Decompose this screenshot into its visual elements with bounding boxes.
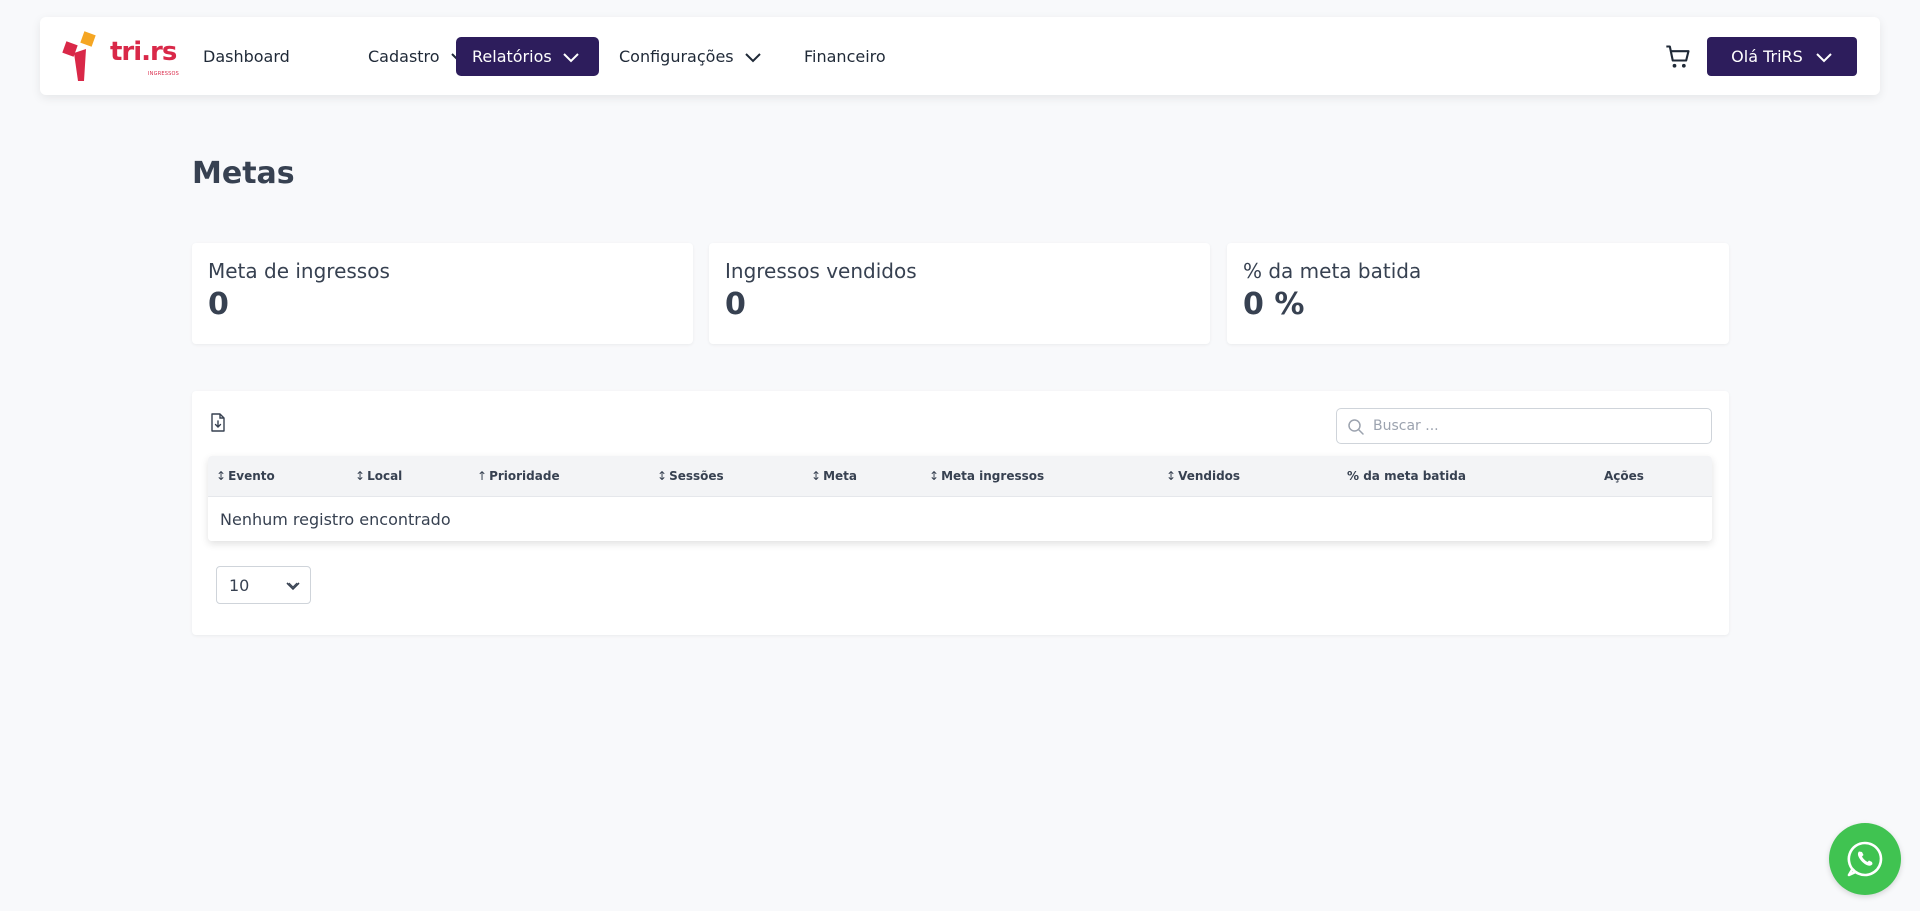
top-navbar: tri.rs INGRESSOS Dashboard Cadastro Rela… (40, 17, 1880, 95)
table-empty-row: Nenhum registro encontrado (208, 497, 1712, 541)
page-size-value: 10 (229, 575, 250, 595)
metas-table: ↕ Evento ↕ Local ↑ Prioridade ↕ Sessões ↕ Met… (208, 456, 1712, 541)
whatsapp-button[interactable] (1829, 823, 1901, 895)
page-size-select[interactable]: 10 (216, 566, 311, 604)
column-header-meta-ingressos[interactable]: ↕ Meta ingressos (929, 469, 1044, 483)
table-header: ↕ Evento ↕ Local ↑ Prioridade ↕ Sessões ↕ Met… (208, 456, 1712, 497)
card-value: 0 % (1243, 287, 1305, 322)
nav-configuracoes-label: Configurações (619, 47, 734, 66)
nav-dashboard[interactable]: Dashboard (187, 37, 306, 76)
empty-message: Nenhum registro encontrado (220, 510, 451, 529)
chevron-down-icon (1816, 52, 1832, 62)
nav-relatorios[interactable]: Relatórios (456, 37, 599, 76)
file-export-icon[interactable] (209, 413, 227, 433)
user-menu-label: Olá TriRS (1731, 47, 1803, 66)
user-menu-button[interactable]: Olá TriRS (1707, 37, 1857, 76)
column-header-acoes: Ações (1604, 469, 1644, 483)
metas-table-panel: ↕Evento ↕Local ↑Prioridade ↕Sessões ↕Met… (192, 391, 1729, 635)
search-input[interactable] (1373, 409, 1703, 443)
nav-cadastro-label: Cadastro (368, 47, 440, 66)
summary-card-ingressos-vendidos: Ingressos vendidos 0 (709, 243, 1210, 344)
column-header-prioridade[interactable]: ↑ Prioridade (477, 469, 560, 483)
column-header-vendidos[interactable]: ↕ Vendidos (1166, 469, 1240, 483)
summary-card-meta-ingressos: Meta de ingressos 0 (192, 243, 693, 344)
column-header-local[interactable]: ↕ Local (355, 469, 402, 483)
card-label: Meta de ingressos (208, 259, 390, 283)
nav-dashboard-label: Dashboard (203, 47, 290, 66)
chevron-down-icon (562, 52, 579, 62)
card-label: Ingressos vendidos (725, 259, 917, 283)
logo-subtext: INGRESSOS (148, 71, 179, 77)
column-header-evento[interactable]: ↕ Evento (216, 469, 275, 483)
card-value: 0 (725, 287, 746, 322)
page-title: Metas (192, 156, 295, 191)
column-header-percentual-meta: % da meta batida (1347, 469, 1466, 483)
search-icon (1348, 419, 1364, 435)
card-label: % da meta batida (1243, 259, 1422, 283)
chevron-down-icon (286, 582, 300, 591)
nav-financeiro[interactable]: Financeiro (788, 37, 902, 76)
column-header-meta[interactable]: ↕ Meta (811, 469, 857, 483)
nav-relatorios-label: Relatórios (472, 47, 552, 66)
search-field[interactable] (1336, 408, 1712, 444)
card-value: 0 (208, 287, 229, 322)
brand-logo[interactable]: tri.rs INGRESSOS (62, 31, 179, 83)
whatsapp-icon (1847, 841, 1883, 877)
cart-icon[interactable] (1664, 43, 1692, 71)
chevron-down-icon (744, 52, 761, 62)
logo-mark-icon (62, 31, 96, 81)
nav-financeiro-label: Financeiro (804, 47, 886, 66)
logo-text: tri.rs (110, 37, 177, 67)
summary-card-percentual-meta: % da meta batida 0 % (1227, 243, 1729, 344)
column-header-sessoes[interactable]: ↕ Sessões (657, 469, 724, 483)
nav-configuracoes[interactable]: Configurações (603, 37, 778, 76)
